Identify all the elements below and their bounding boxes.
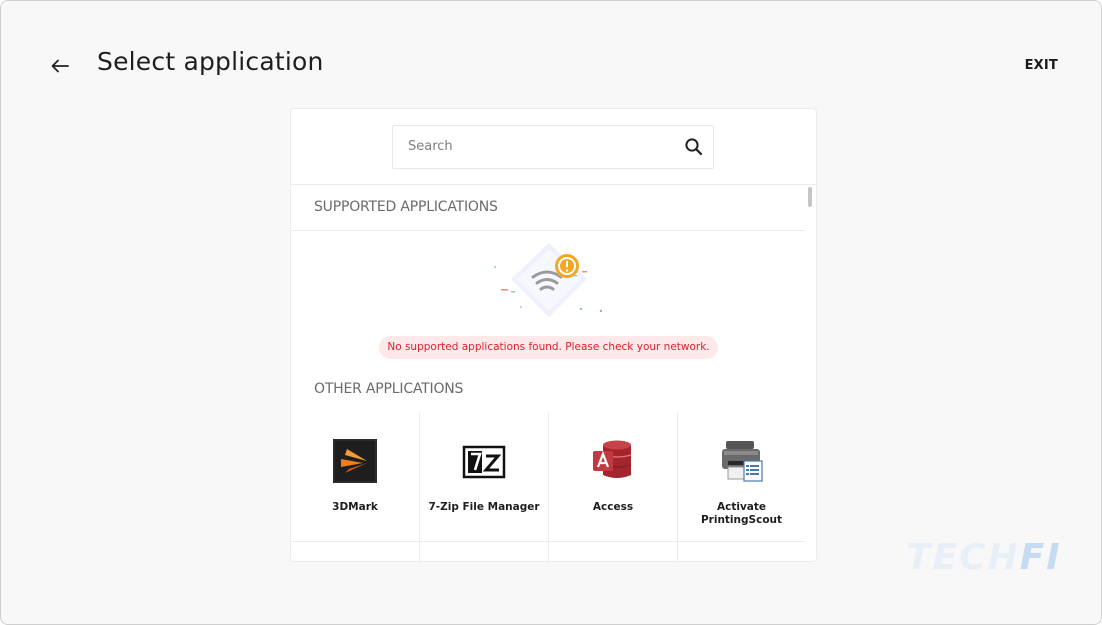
app-tile-printingscout[interactable]: Activate PrintingScout xyxy=(678,412,805,542)
exit-button[interactable]: EXIT xyxy=(1025,58,1058,73)
network-error-message: No supported applications found. Please … xyxy=(379,336,718,359)
app-label: Activate PrintingScout xyxy=(700,501,783,526)
7zip-icon xyxy=(462,439,506,483)
app-label: 3DMark xyxy=(332,501,378,513)
section-header-other: OTHER APPLICATIONS xyxy=(291,367,805,413)
app-label: 7-Zip File Manager xyxy=(428,501,540,513)
watermark-text: TECH xyxy=(906,537,1020,578)
app-tile[interactable] xyxy=(678,542,805,561)
app-tile-7zip[interactable]: 7-Zip File Manager xyxy=(420,412,549,542)
app-tile-3dmark[interactable]: 3DMark xyxy=(291,412,420,542)
app-label: Access xyxy=(592,501,634,513)
search-box xyxy=(392,125,714,169)
3dmark-icon xyxy=(333,439,377,483)
section-title: OTHER APPLICATIONS xyxy=(314,381,464,397)
app-tile-access[interactable]: Access xyxy=(549,412,678,542)
printer-icon xyxy=(720,439,764,483)
access-icon xyxy=(591,439,635,483)
section-title: SUPPORTED APPLICATIONS xyxy=(314,199,498,215)
watermark-logo: TECHFI xyxy=(906,537,1062,578)
app-window: Select application EXIT SUPPORTED APPLIC… xyxy=(0,0,1102,625)
search-input[interactable] xyxy=(393,126,688,166)
section-header-supported: SUPPORTED APPLICATIONS xyxy=(291,185,805,231)
scrollbar-thumb[interactable] xyxy=(808,187,812,207)
application-panel: SUPPORTED APPLICATIONS xyxy=(290,108,817,562)
no-wifi-warning-icon xyxy=(494,243,603,317)
scrollbar[interactable] xyxy=(805,185,816,561)
app-tile[interactable] xyxy=(549,542,678,561)
back-button[interactable] xyxy=(47,53,73,79)
app-tile[interactable] xyxy=(420,542,549,561)
search-icon[interactable] xyxy=(684,137,704,157)
arrow-left-icon xyxy=(51,59,69,73)
page-title: Select application xyxy=(97,47,324,76)
watermark-text: FI xyxy=(1019,537,1062,578)
app-list: SUPPORTED APPLICATIONS No supported appl… xyxy=(291,185,805,561)
app-tile[interactable] xyxy=(291,542,420,561)
